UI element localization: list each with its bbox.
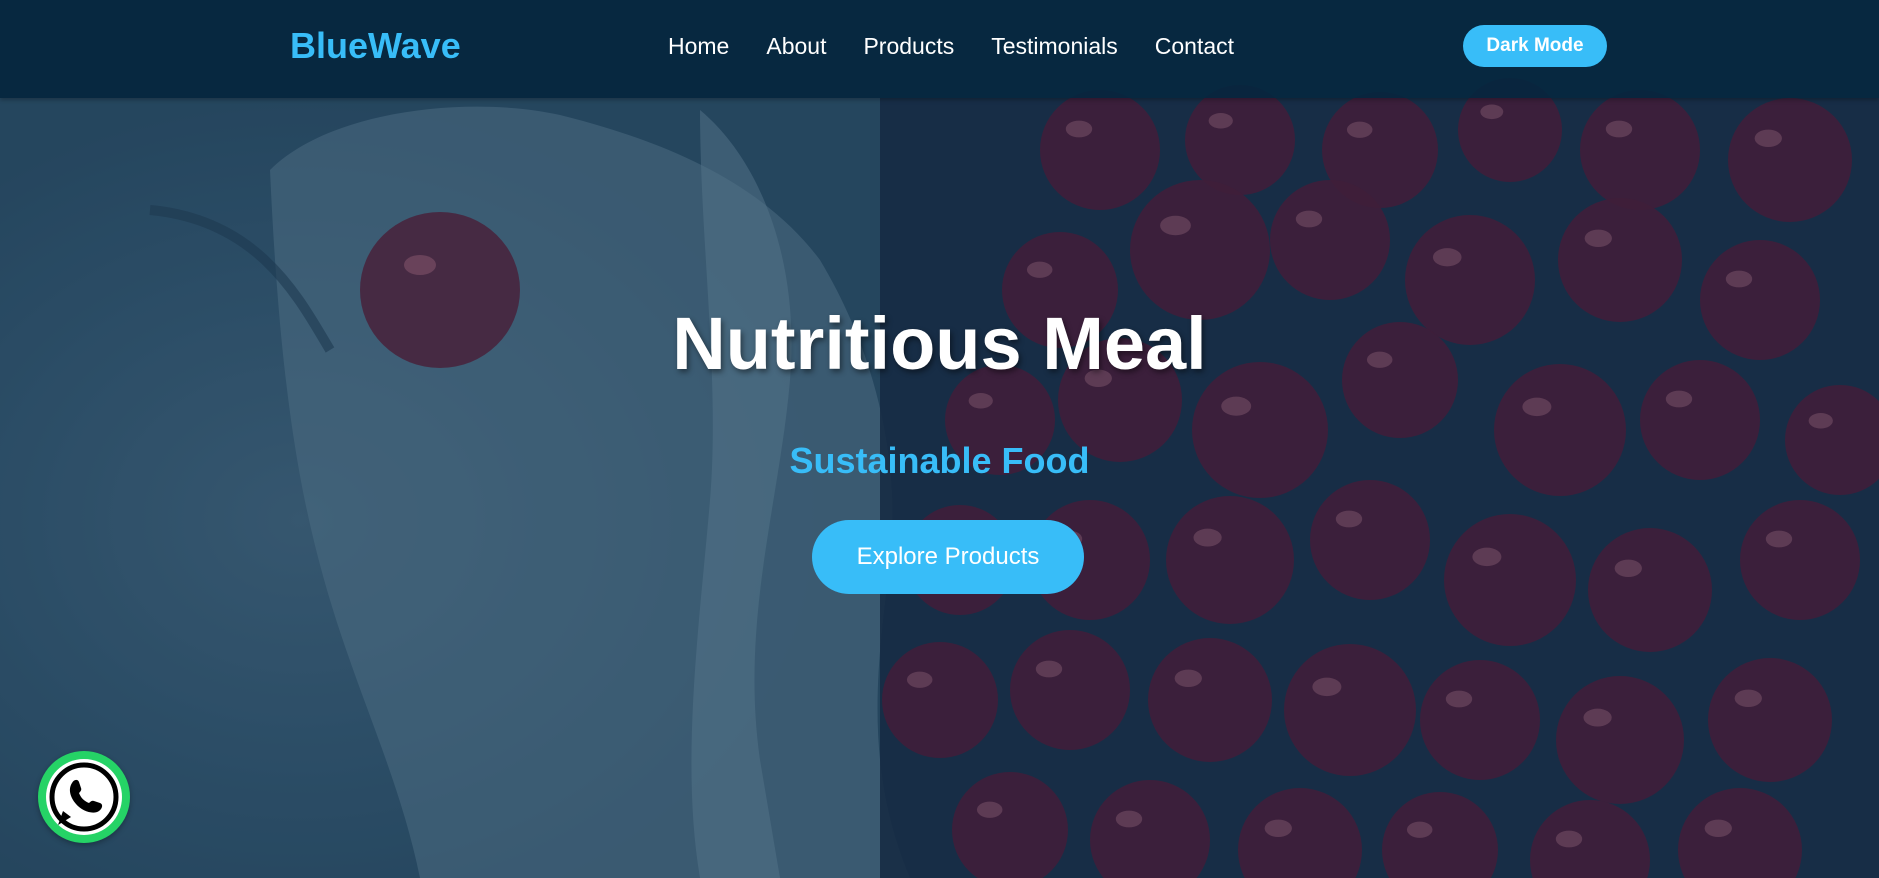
whatsapp-icon xyxy=(46,759,122,835)
nav-item-about: About xyxy=(766,32,826,60)
nav-item-contact: Contact xyxy=(1155,32,1234,60)
nav-item-products: Products xyxy=(863,32,954,60)
navbar: BlueWave Home About Products Testimonial… xyxy=(0,0,1879,98)
nav-link-contact[interactable]: Contact xyxy=(1155,33,1234,59)
whatsapp-chat-button[interactable] xyxy=(38,751,130,843)
nav-item-home: Home xyxy=(668,32,729,60)
nav-item-testimonials: Testimonials xyxy=(991,32,1118,60)
dark-mode-toggle-button[interactable]: Dark Mode xyxy=(1463,25,1607,67)
page: BlueWave Home About Products Testimonial… xyxy=(0,0,1879,878)
hero-section: Nutritious Meal Sustainable Food Explore… xyxy=(0,0,1879,878)
hero-subtitle: Sustainable Food xyxy=(789,440,1090,481)
hero-title: Nutritious Meal xyxy=(672,302,1207,385)
explore-products-button[interactable]: Explore Products xyxy=(812,520,1084,594)
nav-link-testimonials[interactable]: Testimonials xyxy=(991,33,1118,59)
nav-link-about[interactable]: About xyxy=(766,33,826,59)
nav-menu: Home About Products Testimonials Contact xyxy=(668,32,1234,60)
brand-logo[interactable]: BlueWave xyxy=(290,26,461,66)
nav-link-products[interactable]: Products xyxy=(863,33,954,59)
nav-link-home[interactable]: Home xyxy=(668,33,729,59)
